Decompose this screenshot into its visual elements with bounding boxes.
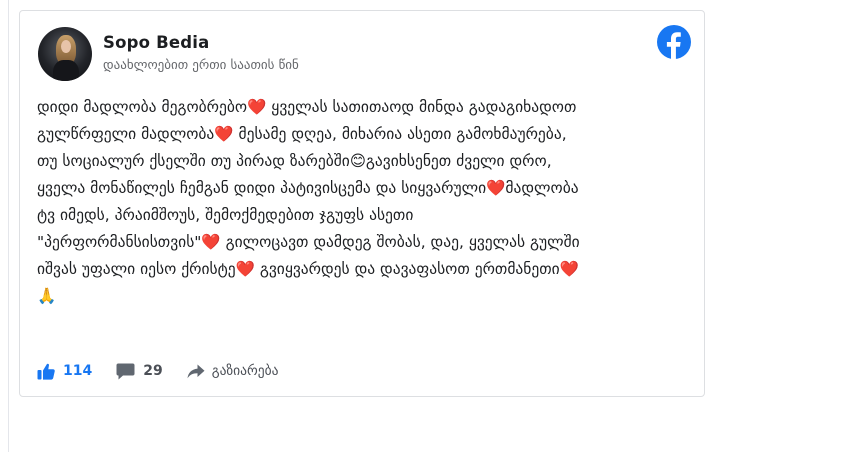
like-count: 114 [63, 363, 93, 379]
thumbs-up-icon [37, 363, 55, 380]
like-button[interactable]: 114 [37, 363, 92, 380]
facebook-post-card: Sopo Bedia დაახლოებით ერთი საათის წინ დი… [19, 10, 705, 397]
facebook-logo-icon[interactable] [657, 25, 691, 59]
post-text: დიდი მადლობა მეგობრებო❤️ ყველას სათითაოდ… [37, 98, 580, 305]
avatar-face [61, 40, 71, 53]
comment-button[interactable]: 29 [116, 363, 163, 380]
avatar-dress [53, 60, 79, 81]
share-button[interactable]: გაზიარება [187, 363, 279, 379]
page-divider [8, 0, 9, 452]
post-actions-bar: 114 29 გაზიარება [37, 359, 302, 383]
share-arrow-icon [187, 364, 205, 378]
author-avatar[interactable] [38, 27, 92, 81]
comment-count: 29 [143, 363, 163, 379]
post-timestamp[interactable]: დაახლოებით ერთი საათის წინ [103, 58, 299, 73]
author-name[interactable]: Sopo Bedia [103, 33, 209, 52]
share-label: გაზიარება [211, 363, 279, 379]
comment-icon [116, 363, 135, 379]
